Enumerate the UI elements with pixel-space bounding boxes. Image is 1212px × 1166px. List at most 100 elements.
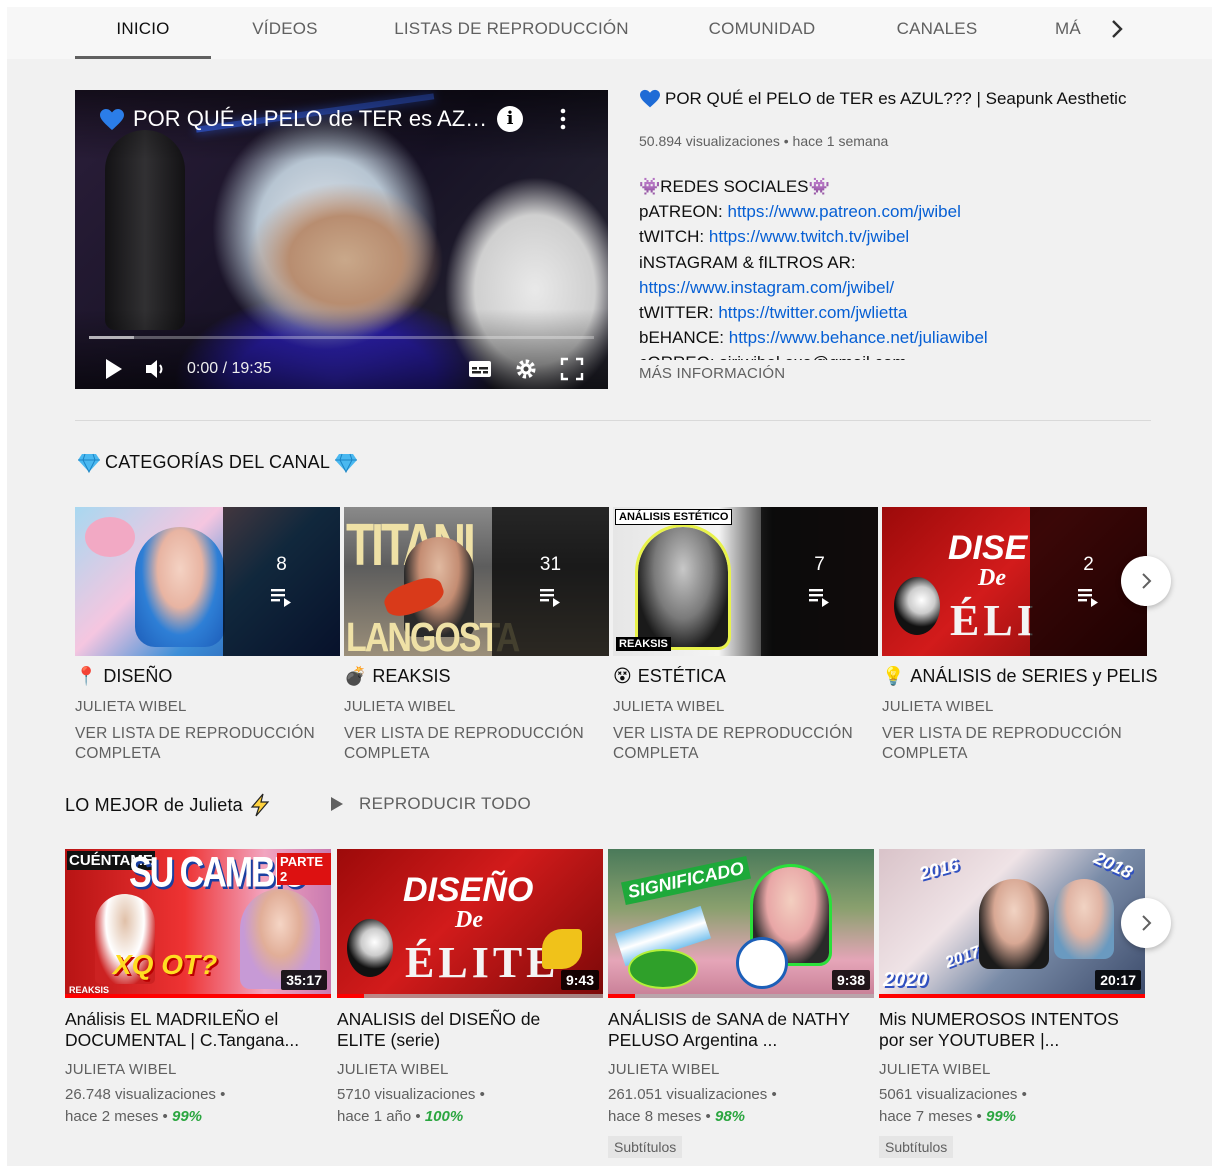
playlist-title[interactable]: 💣 REAKSIS (344, 666, 450, 687)
playlist-thumbnail[interactable]: 8 (75, 507, 340, 656)
show-more-button[interactable]: MÁS INFORMACIÓN (639, 365, 785, 382)
watched-progress (65, 994, 331, 998)
playlist-thumbnail[interactable]: TITANI LANGOSTA 31 (344, 507, 609, 656)
player-progress-bar[interactable] (89, 336, 594, 339)
thumb-text-c: PARTE 2 (277, 853, 331, 885)
patreon-link[interactable]: https://www.patreon.com/jwibel (727, 202, 960, 221)
video-channel[interactable]: JULIETA WIBEL (65, 1061, 177, 1078)
video-thumbnail[interactable]: DISEÑO De ÉLITE 9:43 (337, 849, 603, 998)
gem-icon (335, 453, 358, 473)
video-thumbnail[interactable]: SIGNIFICADO 9:38 (608, 849, 874, 998)
tab-community[interactable]: COMUNIDAD (695, 7, 829, 59)
behance-link[interactable]: https://www.behance.net/juliawibel (729, 328, 988, 347)
view-full-playlist-link[interactable]: VER LISTA DE REPRODUCCIÓN COMPLETA (882, 724, 1132, 764)
tab-inicio[interactable]: INICIO (75, 7, 211, 59)
subtitles-icon[interactable] (467, 356, 493, 382)
video-title[interactable]: Mis NUMEROSOS INTENTOS por ser YOUTUBER … (879, 1009, 1134, 1051)
yellow-shape-decor (542, 929, 582, 969)
desc-twitter-line: tWITTER: https://twitter.com/jwlietta (639, 300, 1154, 325)
bomb-icon: 💣 (344, 666, 367, 686)
playlist-card-analisis[interactable]: DISE De ÉLI 2 💡 ANÁLISIS de SERIES y PELI… (882, 507, 1158, 762)
section-divider (75, 420, 1151, 421)
playlist-channel[interactable]: JULIETA WIBEL (344, 698, 456, 715)
thumb-text-c: ÉLITE (405, 938, 560, 987)
player-title[interactable]: POR QUÉ el PELO de TER es AZUL??? (133, 106, 493, 132)
playlist-thumbnail[interactable]: DISE De ÉLI 2 (882, 507, 1147, 656)
featured-video-title[interactable]: POR QUÉ el PELO de TER es AZUL??? | Seap… (639, 89, 1149, 109)
play-all-button[interactable]: REPRODUCIR TODO (329, 794, 531, 814)
playlist-channel[interactable]: JULIETA WIBEL (613, 698, 725, 715)
tab-videos[interactable]: VÍDEOS (235, 7, 335, 59)
featured-video-meta: 50.894 visualizaciones • hace 1 semana (639, 133, 889, 149)
tab-channels[interactable]: CANALES (883, 7, 991, 59)
desc-behance-label: bEHANCE: (639, 328, 729, 348)
playlist-card-estetica[interactable]: ANÁLISIS ESTÉTICO REAKSIS 7 😵 ESTÉTICA JU… (613, 507, 878, 762)
channel-home: INICIO VÍDEOS LISTAS DE REPRODUCCIÓN COM… (7, 7, 1212, 1166)
thumb-text-a: SIGNIFICADO (621, 855, 752, 906)
video-age: hace 2 meses (65, 1108, 159, 1125)
playlist-thumbnail[interactable]: ANÁLISIS ESTÉTICO REAKSIS 7 (613, 507, 878, 656)
video-views: 26.748 visualizaciones (65, 1086, 216, 1103)
twitter-link[interactable]: https://twitter.com/jwlietta (718, 303, 907, 322)
video-card-elite[interactable]: DISEÑO De ÉLITE 9:43 ANALISIS del DISEÑO… (337, 849, 603, 1125)
play-icon[interactable] (103, 356, 125, 382)
video-card-intentos[interactable]: 2016 2018 2017 2020 20:17 Mis NUMEROSOS … (879, 849, 1145, 1158)
info-icon[interactable]: i (497, 106, 523, 132)
video-card-madrileno[interactable]: CUÉNTAME SU CAMBIO PARTE 2 XQ OT? REAKSI… (65, 849, 331, 1125)
tabs-next-button[interactable] (1103, 15, 1131, 43)
playlist-icon (809, 589, 829, 607)
desc-patreon-line: pATREON: https://www.patreon.com/jwibel (639, 199, 1154, 224)
video-channel[interactable]: JULIETA WIBEL (337, 1061, 449, 1078)
view-full-playlist-link[interactable]: VER LISTA DE REPRODUCCIÓN COMPLETA (344, 724, 594, 764)
video-channel[interactable]: JULIETA WIBEL (879, 1061, 991, 1078)
desc-twitter-label: tWITTER: (639, 303, 719, 323)
playlist-title[interactable]: 😵 ESTÉTICA (613, 666, 726, 687)
playlist-video-count: 8 (276, 554, 287, 575)
best-of-title-text: LO MEJOR de Julieta (65, 794, 243, 815)
video-title[interactable]: ANALISIS del DISEÑO de ELITE (serie) (337, 1009, 592, 1051)
view-full-playlist-link[interactable]: VER LISTA DE REPRODUCCIÓN COMPLETA (75, 724, 325, 764)
categories-heading[interactable]: CATEGORÍAS DEL CANAL (77, 452, 358, 473)
desc-patreon-label: pATREON: (639, 202, 728, 222)
playlist-title[interactable]: 💡 ANÁLISIS de SERIES y PELIS (882, 666, 1158, 687)
video-thumbnail[interactable]: 2016 2018 2017 2020 20:17 (879, 849, 1145, 998)
best-of-next-button[interactable] (1121, 898, 1171, 948)
playlist-card-diseno[interactable]: 8 📍 DISEÑO JULIETA WIBEL VER LISTA DE REP… (75, 507, 340, 762)
frog-decor (628, 949, 698, 989)
playlist-title-text: ANÁLISIS de SERIES y PELIS (910, 666, 1158, 686)
playlist-video-count: 31 (539, 554, 562, 575)
subtitles-badge: Subtítulos (608, 1136, 683, 1158)
featured-video-player[interactable]: POR QUÉ el PELO de TER es AZUL??? i 0:00… (75, 90, 608, 389)
twitch-link[interactable]: https://www.twitch.tv/jwibel (709, 227, 909, 246)
playlist-title[interactable]: 📍 DISEÑO (75, 666, 172, 687)
video-card-sana[interactable]: SIGNIFICADO 9:38 ANÁLISIS de SANA de NAT… (608, 849, 874, 1158)
video-views: 5061 visualizaciones (879, 1086, 1018, 1103)
tab-playlists[interactable]: LISTAS DE REPRODUCCIÓN (385, 7, 638, 59)
lightbulb-icon: 💡 (882, 666, 905, 686)
video-title[interactable]: Análisis EL MADRILEÑO el DOCUMENTAL | C.… (65, 1009, 320, 1051)
playlist-channel[interactable]: JULIETA WIBEL (882, 698, 994, 715)
categories-next-button[interactable] (1121, 556, 1171, 606)
playlist-channel[interactable]: JULIETA WIBEL (75, 698, 187, 715)
video-channel[interactable]: JULIETA WIBEL (608, 1061, 720, 1078)
thumb-text-bottom: REAKSIS (616, 637, 671, 651)
thumb-text-d: XQ OT? (113, 949, 218, 980)
imf-logo-decor (736, 937, 788, 989)
thumb-text-top: DISE (948, 529, 1028, 567)
desc-social-heading: 👾REDES SOCIALES👾 (639, 177, 830, 196)
settings-gear-icon[interactable] (513, 356, 539, 382)
instagram-link[interactable]: https://www.instagram.com/jwibel/ (639, 278, 894, 297)
tab-more-truncated[interactable]: MÁ (1053, 7, 1083, 59)
view-full-playlist-link[interactable]: VER LISTA DE REPRODUCCIÓN COMPLETA (613, 724, 863, 764)
featured-title-text: POR QUÉ el PELO de TER es AZUL??? | Seap… (665, 89, 1127, 108)
fullscreen-icon[interactable] (559, 356, 585, 382)
categories-title-text: CATEGORÍAS DEL CANAL (105, 452, 331, 472)
playlist-icon (540, 589, 560, 607)
volume-icon[interactable] (143, 356, 169, 382)
best-of-heading[interactable]: LO MEJOR de Julieta (65, 793, 273, 817)
video-title[interactable]: ANÁLISIS de SANA de NATHY PELUSO Argenti… (608, 1009, 863, 1051)
video-thumbnail[interactable]: CUÉNTAME SU CAMBIO PARTE 2 XQ OT? REAKSI… (65, 849, 331, 998)
playlist-card-reaksis[interactable]: TITANI LANGOSTA 31 💣 REAKSIS JULIETA WIBE… (344, 507, 609, 762)
more-vert-icon[interactable] (555, 106, 571, 132)
thumb-figure (635, 524, 731, 650)
